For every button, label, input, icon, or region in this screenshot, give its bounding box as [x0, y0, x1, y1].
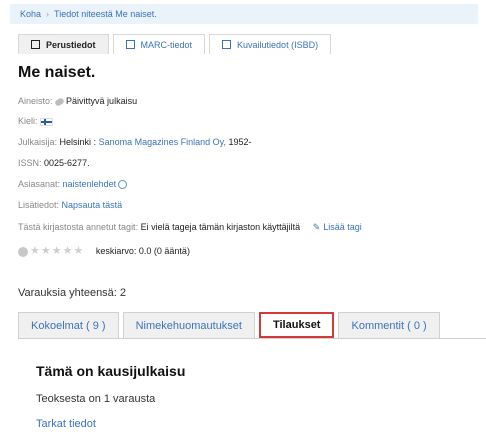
details-link[interactable]: Tarkat tiedot [36, 418, 96, 430]
issn-label: ISSN: [18, 158, 42, 168]
language-label: Kieli: [18, 116, 38, 126]
notes-label: Lisätiedot: [18, 200, 60, 210]
tags-row: Tästä kirjastosta annetut tagit: Ei viel… [18, 222, 362, 233]
star-icon[interactable]: ★ [30, 246, 40, 257]
tab-isbd-label: Kuvailutiedot (ISBD) [237, 39, 319, 50]
tab-title-notes[interactable]: Nimekehuomautukset [122, 312, 255, 338]
material-value: Päivittyvä julkaisu [66, 96, 138, 106]
panel-text: Teoksesta on 1 varausta [36, 393, 156, 405]
subjects-label: Asiasanat: [18, 179, 61, 189]
tab-comments[interactable]: Kommentit ( 0 ) [338, 312, 440, 338]
finnish-flag-icon [40, 117, 54, 126]
tags-value: Ei vielä tageja tämän kirjaston käyttäji… [140, 222, 301, 232]
breadcrumb-home-link[interactable]: Koha [20, 9, 41, 19]
holds-total: Varauksia yhteensä: 2 [18, 287, 127, 299]
star-icon[interactable]: ★ [63, 246, 73, 257]
tab-marc[interactable]: MARC-tiedot [112, 34, 206, 54]
cancel-rating-icon[interactable] [18, 246, 28, 257]
tab-marc-label: MARC-tiedot [140, 39, 193, 50]
material-label: Aineisto: [18, 96, 53, 106]
subject-link[interactable]: naistenlehdet [63, 179, 117, 189]
issn-row: ISSN: 0025-6277. [18, 158, 90, 168]
tab-basic-info-label: Perustiedot [46, 39, 96, 50]
star-icon[interactable]: ★ [74, 246, 84, 257]
publisher-place: Helsinki [59, 137, 92, 147]
publisher-label: Julkaisija: [18, 137, 58, 147]
publisher-row: Julkaisija: Helsinki : Sanoma Magazines … [18, 137, 252, 147]
search-icon[interactable] [118, 180, 128, 190]
document-icon [31, 40, 40, 49]
tab-isbd[interactable]: Kuvailutiedot (ISBD) [209, 34, 332, 54]
rating-average: keskiarvo: 0.0 (0 ääntä) [95, 246, 190, 256]
rating-row: ★ ★ ★ ★ ★ keskiarvo: 0.0 (0 ääntä) [18, 246, 190, 257]
language-row: Kieli: [18, 116, 54, 126]
material-row: Aineisto: Päivittyvä julkaisu [18, 96, 138, 107]
tab-holdings[interactable]: Kokoelmat ( 9 ) [18, 312, 119, 338]
star-icon[interactable]: ★ [41, 246, 51, 257]
view-tabs: Perustiedot MARC-tiedot Kuvailutiedot (I… [18, 34, 332, 54]
notes-row: Lisätiedot: Napsauta tästä [18, 200, 122, 210]
tab-basic-info[interactable]: Perustiedot [18, 34, 109, 54]
add-tag-link[interactable]: Lisää tagi [323, 222, 362, 232]
notes-link[interactable]: Napsauta tästä [62, 200, 123, 210]
tab-subscriptions[interactable]: Tilaukset [258, 312, 335, 338]
card-icon [222, 40, 232, 49]
tag-icon: ✎ [312, 222, 321, 232]
record-title: Me naiset. [18, 64, 96, 81]
rating-stars: ★ ★ ★ ★ ★ [18, 246, 83, 257]
breadcrumb-current-link[interactable]: Tiedot niteestä Me naiset. [54, 9, 157, 19]
subjects-row: Asiasanat: naistenlehdet [18, 179, 128, 190]
breadcrumb: Koha › Tiedot niteestä Me naiset. [10, 4, 478, 24]
star-icon[interactable]: ★ [52, 246, 62, 257]
tags-label: Tästä kirjastosta annetut tagit: [18, 222, 139, 232]
list-icon [125, 40, 135, 49]
subscriptions-panel: Tämä on kausijulkaisu Teoksesta on 1 var… [18, 338, 486, 442]
panel-title: Tämä on kausijulkaisu [36, 363, 186, 379]
breadcrumb-separator: › [46, 9, 50, 19]
publisher-year: 1952- [225, 137, 252, 147]
record-tabs: Kokoelmat ( 9 ) Nimekehuomautukset Tilau… [18, 312, 440, 338]
issn-value: 0025-6277. [44, 158, 90, 168]
publisher-link[interactable]: Sanoma Magazines Finland Oy, [99, 137, 226, 147]
paperclip-icon [54, 96, 65, 107]
publisher-separator: : [91, 137, 99, 147]
